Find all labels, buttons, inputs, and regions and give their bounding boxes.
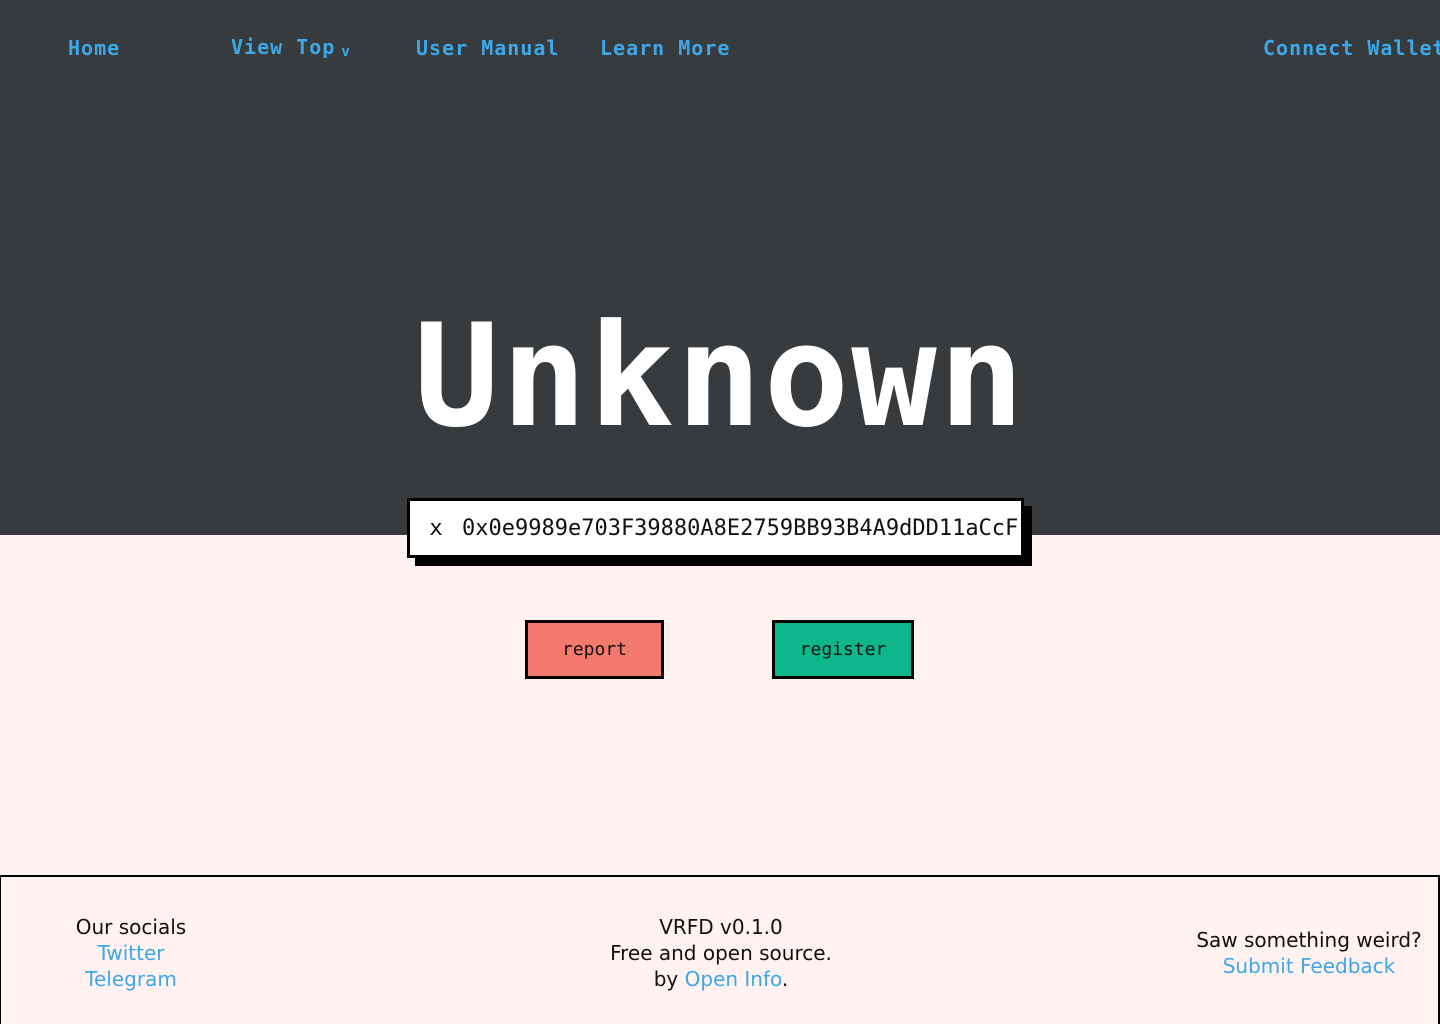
connect-wallet-button[interactable]: Connect Wallet <box>1263 36 1440 60</box>
nav-view-top-dropdown[interactable]: View Top v <box>231 35 351 60</box>
nav-view-top-label: View Top <box>231 35 336 59</box>
hero-section: Home View Top v User Manual Learn More Co… <box>0 0 1440 535</box>
close-icon[interactable]: x <box>410 516 462 541</box>
nav-home-link[interactable]: Home <box>68 36 120 60</box>
nav-learn-more-link[interactable]: Learn More <box>600 36 730 60</box>
footer-info: VRFD v0.1.0 Free and open source. by Ope… <box>521 914 921 992</box>
address-text: 0x0e9989e703F39880A8E2759BB93B4A9dDD11aC… <box>462 515 1019 541</box>
version-text: VRFD v0.1.0 <box>659 915 783 939</box>
footer: Our socials Twitter Telegram VRFD v0.1.0… <box>0 875 1440 1024</box>
footer-feedback: Saw something weird? Submit Feedback <box>1179 927 1439 979</box>
address-display: x 0x0e9989e703F39880A8E2759BB93B4A9dDD11… <box>407 498 1024 558</box>
twitter-link[interactable]: Twitter <box>97 941 164 965</box>
nav-user-manual-link[interactable]: User Manual <box>416 36 559 60</box>
feedback-heading: Saw something weird? <box>1196 928 1422 952</box>
socials-heading: Our socials <box>75 915 187 939</box>
telegram-link[interactable]: Telegram <box>85 967 177 991</box>
footer-socials: Our socials Twitter Telegram <box>31 914 231 992</box>
attribution-prefix: by <box>653 967 685 991</box>
attribution-suffix: . <box>781 967 789 991</box>
chevron-down-icon: v <box>341 44 351 60</box>
report-button[interactable]: report <box>525 620 664 679</box>
submit-feedback-link[interactable]: Submit Feedback <box>1223 954 1396 978</box>
register-button[interactable]: register <box>772 620 914 679</box>
page-title: Unknown <box>413 294 1027 459</box>
tagline-text: Free and open source. <box>610 941 832 965</box>
attribution: by Open Info. <box>521 966 921 992</box>
open-info-link[interactable]: Open Info <box>685 967 782 991</box>
